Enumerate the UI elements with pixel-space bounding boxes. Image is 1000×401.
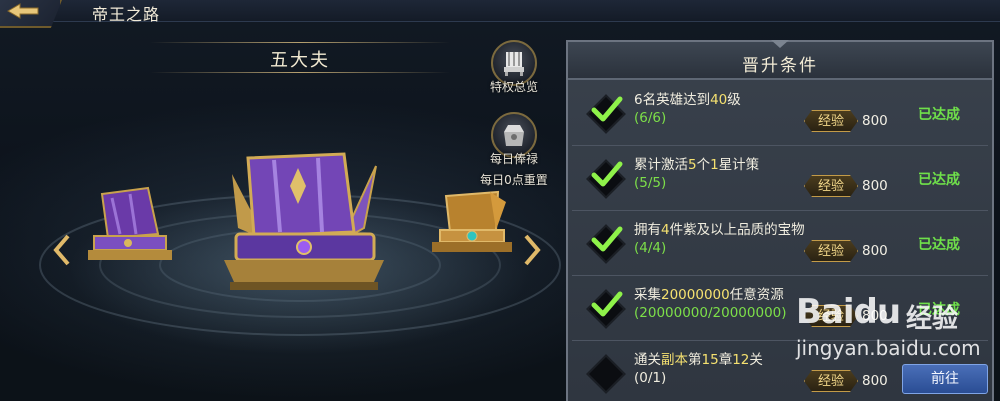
exp-value: 800 [862, 243, 888, 259]
exp-tag: 经验 [804, 175, 858, 197]
page-title: 帝王之路 [92, 5, 161, 24]
previous-rank-hat[interactable] [86, 186, 172, 268]
status-achieved: 已达成 [918, 107, 960, 123]
status-achieved: 已达成 [918, 172, 960, 188]
next-rank-hat[interactable] [430, 190, 514, 264]
paw-icon: du [853, 292, 902, 332]
watermark-url: jingyan.baidu.com [796, 336, 981, 360]
watermark-cn: 经验 [906, 304, 959, 334]
requirement-row: 累计激活5个1星计策 (5/5) 经验 800 已达成 [572, 147, 988, 211]
previous-rank-arrow[interactable] [52, 234, 72, 266]
exp-tag: 经验 [804, 240, 858, 262]
requirement-row: 拥有4件紫及以上品质的宝物 (4/4) 经验 800 已达成 [572, 212, 988, 276]
requirement-progress: (20000000/20000000) [634, 305, 787, 321]
requirement-progress: (6/6) [634, 110, 667, 126]
panel-notch-icon [771, 40, 789, 48]
privilege-overview-button[interactable]: 特权总览 [476, 40, 552, 95]
baidu-jingyan-watermark: Baidu 经验 jingyan.baidu.com [796, 292, 992, 382]
privilege-overview-label: 特权总览 [489, 80, 538, 94]
exp-tag: 经验 [804, 110, 858, 132]
requirement-text: 累计激活5个1星计策 [634, 157, 760, 173]
check-icon [590, 224, 624, 256]
requirement-text: 通关副本第15章12关 [634, 352, 763, 368]
requirement-row: 6名英雄达到40级 (6/6) 经验 800 已达成 [572, 82, 988, 146]
daily-salary-button[interactable]: 每日俸禄 每日0点重置 [476, 112, 552, 188]
status-achieved: 已达成 [918, 237, 960, 253]
rank-name: 五大夫 [270, 50, 330, 71]
rank-divider-top [150, 42, 450, 43]
current-rank-hat[interactable] [214, 148, 394, 302]
panel-header: 晋升条件 [568, 40, 992, 80]
requirement-text: 拥有4件紫及以上品质的宝物 [634, 222, 805, 238]
daily-reset-note: 每日0点重置 [480, 173, 548, 187]
check-icon [590, 159, 624, 191]
back-arrow-icon [6, 3, 40, 19]
requirement-text: 采集20000000任意资源 [634, 287, 784, 303]
daily-salary-label: 每日俸禄 [489, 152, 538, 166]
exp-value: 800 [862, 178, 888, 194]
panel-title: 晋升条件 [742, 56, 818, 76]
check-icon [590, 289, 624, 321]
check-icon [590, 94, 624, 126]
watermark-logo: Baidu [796, 292, 902, 332]
next-rank-arrow[interactable] [522, 234, 542, 266]
requirement-progress: (5/5) [634, 175, 667, 191]
requirement-progress: (4/4) [634, 240, 667, 256]
rank-divider-bottom [150, 72, 450, 73]
requirement-progress: (0/1) [634, 370, 667, 386]
checkbox-empty [586, 354, 626, 394]
exp-value: 800 [862, 113, 888, 129]
requirement-text: 6名英雄达到40级 [634, 92, 741, 108]
